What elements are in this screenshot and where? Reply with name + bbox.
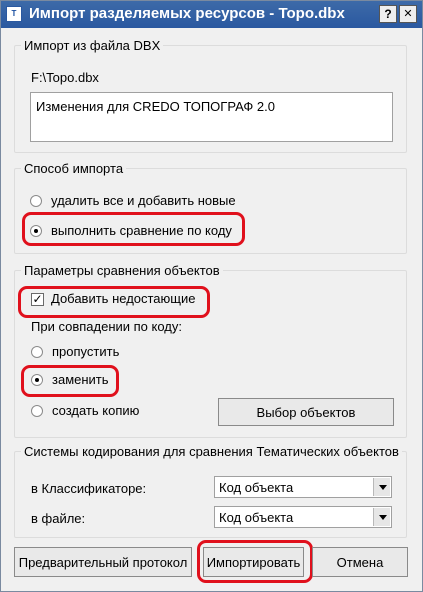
radio-replace[interactable]	[31, 374, 43, 386]
radio-create-copy[interactable]	[31, 405, 43, 417]
radio-skip[interactable]	[31, 346, 43, 358]
import-dialog: T Импорт разделяемых ресурсов - Topo.dbx…	[0, 0, 423, 592]
radio-replace-label[interactable]: заменить	[52, 372, 109, 387]
import-file-legend: Импорт из файла DBX	[24, 38, 161, 53]
radio-create-copy-label[interactable]: создать копию	[52, 403, 139, 418]
classifier-select-value: Код объекта	[219, 480, 294, 495]
radio-delete-all[interactable]	[30, 195, 42, 207]
chevron-down-icon[interactable]	[373, 478, 390, 496]
radio-delete-all-label[interactable]: удалить все и добавить новые	[51, 193, 236, 208]
title-bar[interactable]: T Импорт разделяемых ресурсов - Topo.dbx…	[1, 1, 422, 28]
add-missing-checkbox[interactable]: ✓	[31, 293, 44, 306]
app-icon: T	[6, 6, 22, 22]
file-coding-select[interactable]: Код объекта	[214, 506, 392, 528]
window-title: Импорт разделяемых ресурсов - Topo.dbx	[29, 5, 345, 22]
select-objects-button[interactable]: Выбор объектов	[218, 398, 394, 426]
help-button[interactable]: ?	[379, 5, 397, 23]
on-match-label: При совпадении по коду:	[31, 319, 182, 334]
import-mode-legend: Способ импорта	[24, 161, 124, 176]
file-coding-label: в файле:	[31, 511, 86, 526]
radio-compare-by-code[interactable]	[30, 225, 42, 237]
preview-report-button[interactable]: Предварительный протокол	[14, 547, 192, 577]
compare-params-legend: Параметры сравнения объектов	[24, 263, 220, 278]
close-button[interactable]: ✕	[399, 5, 417, 23]
coding-systems-legend: Системы кодирования для сравнения Темати…	[24, 444, 399, 459]
radio-skip-label[interactable]: пропустить	[52, 344, 119, 359]
description-field[interactable]: Изменения для CREDO ТОПОГРАФ 2.0	[30, 92, 393, 142]
file-coding-select-value: Код объекта	[219, 510, 294, 525]
cancel-button[interactable]: Отмена	[312, 547, 408, 577]
chevron-down-icon[interactable]	[373, 508, 390, 526]
classifier-select[interactable]: Код объекта	[214, 476, 392, 498]
radio-compare-by-code-label[interactable]: выполнить сравнение по коду	[51, 223, 232, 238]
file-path: F:\Topo.dbx	[31, 70, 99, 85]
add-missing-label[interactable]: Добавить недостающие	[51, 291, 195, 306]
classifier-label: в Классификаторе:	[31, 481, 147, 496]
import-button[interactable]: Импортировать	[203, 547, 304, 577]
